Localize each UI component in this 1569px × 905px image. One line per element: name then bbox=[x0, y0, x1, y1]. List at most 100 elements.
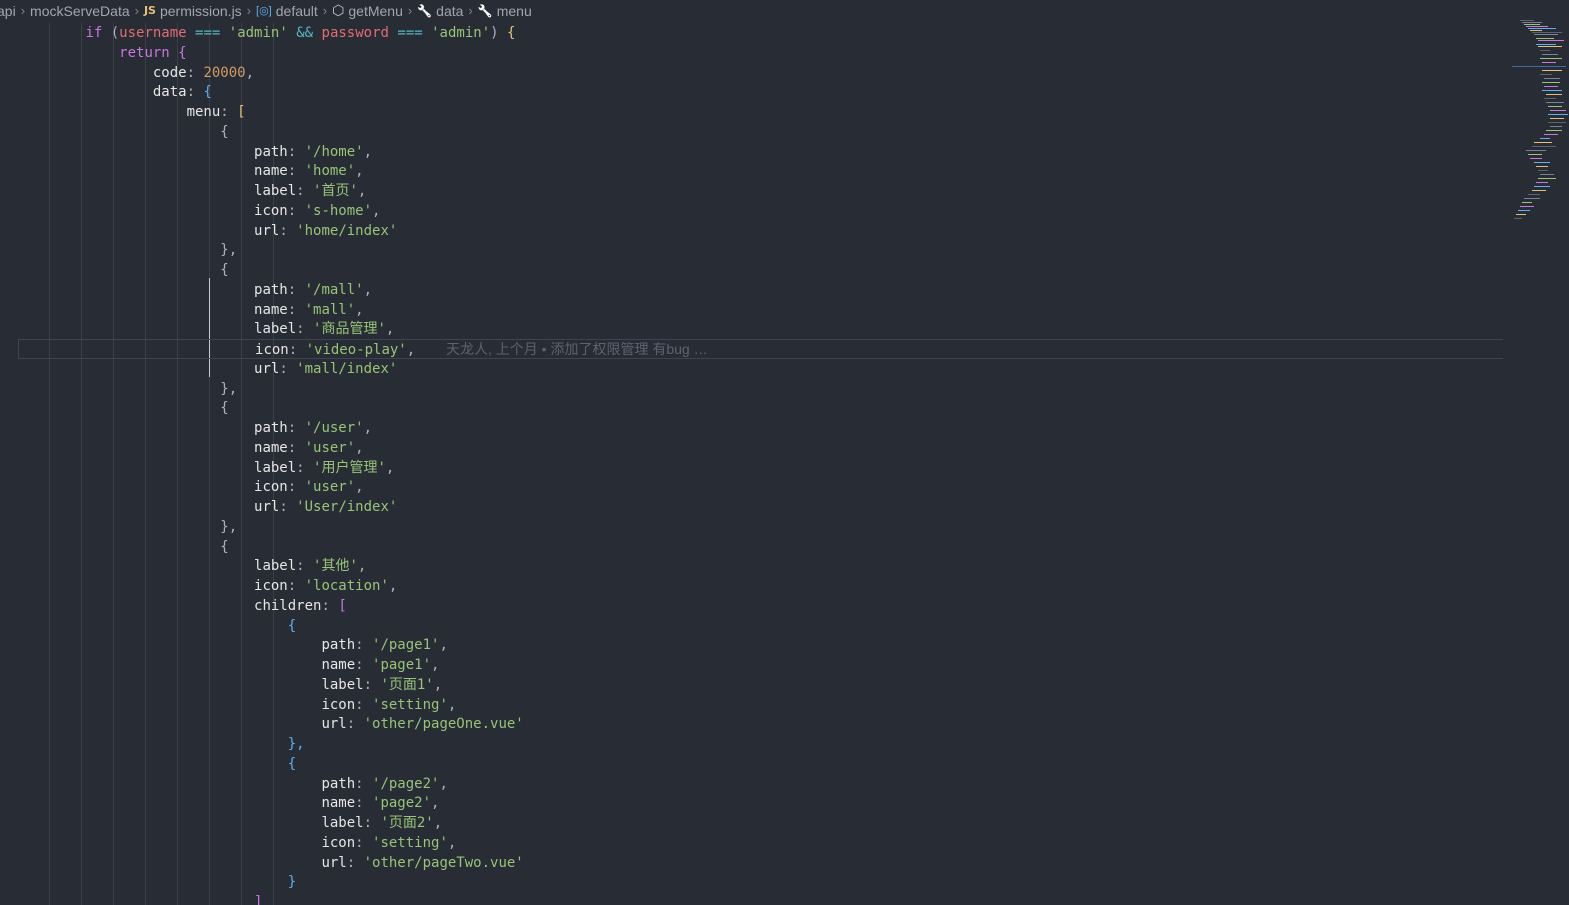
code-token: , bbox=[433, 676, 443, 693]
minimap-line bbox=[1542, 62, 1556, 63]
minimap-line bbox=[1520, 20, 1534, 21]
code-token: : bbox=[355, 657, 373, 673]
code-line[interactable]: path: '/page2', bbox=[18, 774, 1503, 794]
code-line[interactable]: { bbox=[18, 398, 1503, 418]
code-token: path bbox=[321, 775, 356, 792]
minimap[interactable] bbox=[1508, 0, 1569, 905]
code-line[interactable]: url: 'mall/index' bbox=[18, 359, 1503, 379]
chevron-right-icon: › bbox=[246, 3, 252, 18]
code-line[interactable]: ] bbox=[18, 892, 1503, 905]
code-line[interactable]: { bbox=[18, 616, 1503, 636]
breadcrumb-item-data[interactable]: 🔧 data bbox=[417, 3, 463, 19]
code-token: : bbox=[296, 459, 314, 476]
code-line[interactable]: icon: 'setting', bbox=[18, 695, 1503, 715]
minimap-line bbox=[1538, 170, 1548, 171]
code-line[interactable]: label: '首页', bbox=[18, 181, 1503, 201]
code-token: { bbox=[220, 262, 229, 278]
breadcrumb-item-default[interactable]: [◎] default bbox=[256, 3, 318, 19]
code-line[interactable]: path: '/page1', bbox=[18, 635, 1503, 655]
code-line[interactable]: path: '/mall', bbox=[18, 280, 1503, 300]
code-token: icon bbox=[255, 342, 289, 358]
code-token: menu bbox=[186, 104, 221, 120]
code-line[interactable]: icon: 's-home', bbox=[18, 201, 1503, 221]
code-line[interactable]: }, bbox=[18, 517, 1503, 537]
code-token: path bbox=[254, 420, 288, 436]
code-line[interactable]: { bbox=[18, 122, 1503, 142]
code-token: { bbox=[507, 25, 516, 41]
code-line[interactable]: path: '/user', bbox=[18, 418, 1503, 438]
code-token: 20000 bbox=[203, 64, 246, 81]
code-editor[interactable]: 天龙人, 上个月 • 添加了权限管理 有bug … if (username =… bbox=[0, 23, 1508, 905]
code-token: }, bbox=[220, 242, 238, 259]
minimap-line bbox=[1546, 102, 1564, 103]
minimap-line bbox=[1550, 118, 1564, 119]
code-line[interactable]: label: '页面1', bbox=[18, 675, 1503, 695]
code-token: : bbox=[287, 163, 305, 180]
code-line[interactable]: icon: 'user', bbox=[18, 477, 1503, 497]
code-line[interactable]: { bbox=[18, 537, 1503, 557]
code-token: name bbox=[254, 301, 288, 318]
code-token: label bbox=[254, 183, 297, 199]
code-token: url bbox=[321, 854, 347, 871]
breadcrumb-item-menu[interactable]: 🔧 menu bbox=[478, 3, 532, 19]
code-token: label bbox=[321, 676, 364, 693]
code-token: '/user' bbox=[304, 420, 364, 436]
code-token: 'setting' bbox=[372, 834, 448, 851]
breadcrumb-item-getmenu[interactable]: ⬡ getMenu bbox=[332, 2, 403, 19]
breadcrumb-item-api[interactable]: api bbox=[0, 3, 16, 19]
breadcrumb-item-mockservedata[interactable]: mockServeData bbox=[30, 3, 130, 19]
code-line[interactable]: code: 20000, bbox=[18, 63, 1503, 83]
minimap-line bbox=[1532, 146, 1556, 147]
code-token: ] bbox=[254, 894, 263, 905]
code-line[interactable]: children: [ bbox=[18, 596, 1503, 616]
minimap-line bbox=[1534, 162, 1550, 163]
code-line[interactable]: return { bbox=[18, 43, 1503, 63]
code-line[interactable]: name: 'page1', bbox=[18, 655, 1503, 675]
code-token: : bbox=[287, 578, 305, 594]
code-token: 'location' bbox=[304, 578, 389, 594]
code-token: 'other/pageTwo.vue' bbox=[363, 854, 524, 871]
code-line[interactable]: label: '其他', bbox=[18, 556, 1503, 576]
code-line[interactable]: icon: 'setting', bbox=[18, 833, 1503, 853]
breadcrumb-item-permission-js[interactable]: JS permission.js bbox=[144, 3, 242, 19]
code-line[interactable]: url: 'home/index' bbox=[18, 221, 1503, 241]
code-line[interactable]: url: 'User/index' bbox=[18, 497, 1503, 517]
code-line[interactable]: path: '/home', bbox=[18, 142, 1503, 162]
code-line[interactable]: }, bbox=[18, 240, 1503, 260]
code-line[interactable]: { bbox=[18, 754, 1503, 774]
code-line[interactable]: if (username === 'admin' && password ===… bbox=[18, 23, 1503, 43]
code-token: ) bbox=[490, 25, 507, 41]
code-token: 'mall' bbox=[304, 301, 356, 318]
code-token: : bbox=[355, 834, 373, 851]
code-token: , bbox=[355, 301, 364, 318]
code-token: , bbox=[357, 558, 367, 575]
code-token: '/page2' bbox=[372, 775, 440, 792]
code-line[interactable]: }, bbox=[18, 734, 1503, 754]
code-line[interactable]: }, bbox=[18, 379, 1503, 399]
code-line[interactable]: url: 'other/pageOne.vue' bbox=[18, 714, 1503, 734]
code-token: { bbox=[287, 617, 297, 634]
minimap-line bbox=[1516, 214, 1526, 215]
minimap-line bbox=[1536, 166, 1548, 167]
code-token: , bbox=[363, 281, 373, 298]
code-token: label bbox=[254, 459, 297, 476]
code-line[interactable]: name: 'home', bbox=[18, 161, 1503, 181]
code-token: , bbox=[433, 815, 443, 831]
code-line[interactable]: url: 'other/pageTwo.vue' bbox=[18, 853, 1503, 873]
code-line[interactable]: name: 'page2', bbox=[18, 793, 1503, 813]
current-code-line[interactable]: icon: 'video-play', bbox=[18, 339, 1503, 359]
code-token: '页面1' bbox=[380, 676, 434, 693]
code-line[interactable]: { bbox=[18, 260, 1503, 280]
code-line[interactable]: name: 'mall', bbox=[18, 300, 1503, 320]
code-line[interactable]: name: 'user', bbox=[18, 438, 1503, 458]
code-line[interactable]: label: '用户管理', bbox=[18, 458, 1503, 478]
code-line[interactable]: menu: [ bbox=[18, 102, 1503, 122]
code-token: , bbox=[372, 202, 381, 219]
code-line[interactable]: data: { bbox=[18, 82, 1503, 102]
code-line[interactable]: label: '页面2', bbox=[18, 813, 1503, 833]
code-line[interactable]: label: '商品管理', bbox=[18, 319, 1503, 339]
code-line[interactable]: icon: 'location', bbox=[18, 576, 1503, 596]
minimap-line bbox=[1536, 44, 1556, 45]
code-line[interactable]: } bbox=[18, 872, 1503, 892]
